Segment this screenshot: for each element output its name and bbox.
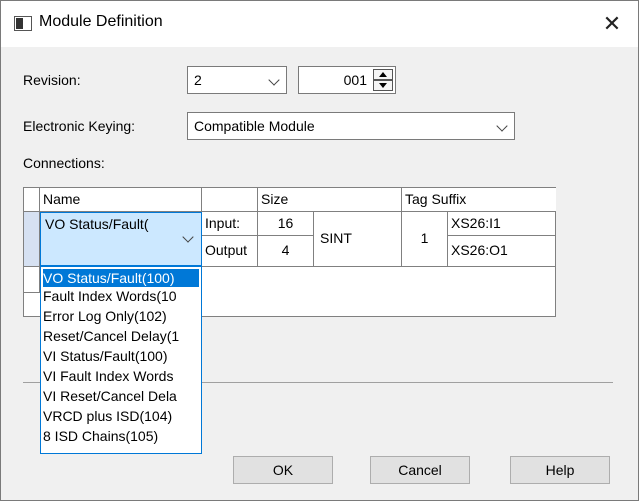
dropdown-option[interactable]: VI Reset/Cancel Dela bbox=[43, 387, 199, 405]
window-title: Module Definition bbox=[39, 13, 163, 30]
window-icon bbox=[14, 16, 32, 31]
revision-minor-spinner[interactable]: 001 bbox=[298, 66, 396, 94]
revision-label: Revision: bbox=[23, 72, 81, 88]
output-type-label: Output bbox=[202, 236, 258, 267]
row-selector[interactable] bbox=[24, 212, 40, 267]
revision-major-value: 2 bbox=[194, 72, 202, 88]
row-header-corner bbox=[24, 188, 40, 212]
output-tag-suffix: XS26:O1 bbox=[448, 236, 556, 267]
tag-suffix-column-header: Tag Suffix bbox=[402, 188, 556, 212]
dropdown-option[interactable]: VI Status/Fault(100) bbox=[43, 347, 199, 365]
spin-down-icon[interactable] bbox=[373, 80, 393, 91]
chevron-down-icon bbox=[496, 120, 508, 132]
revision-minor-value: 001 bbox=[343, 72, 367, 88]
input-size[interactable]: 16 bbox=[258, 212, 314, 236]
row-selector[interactable] bbox=[24, 267, 40, 293]
name-column-header: Name bbox=[40, 188, 202, 212]
input-type-label: Input: bbox=[202, 212, 258, 236]
title-bar: Module Definition ✕ bbox=[1, 1, 638, 47]
help-button[interactable]: Help bbox=[510, 456, 610, 484]
electronic-keying-select[interactable]: Compatible Module bbox=[187, 112, 515, 140]
chevron-down-icon bbox=[268, 74, 280, 86]
electronic-keying-label: Electronic Keying: bbox=[23, 118, 136, 134]
size-column-header: Size bbox=[258, 188, 402, 212]
ok-button[interactable]: OK bbox=[233, 456, 333, 484]
module-definition-dialog: Module Definition ✕ Revision: 2 001 Elec… bbox=[0, 0, 639, 501]
chevron-down-icon bbox=[182, 231, 194, 243]
connection-name-value: VO Status/Fault( bbox=[45, 216, 149, 232]
electronic-keying-value: Compatible Module bbox=[194, 118, 315, 134]
spin-up-icon[interactable] bbox=[373, 69, 393, 80]
dropdown-option[interactable]: 8 ISD Chains(105) bbox=[43, 427, 199, 445]
connection-name-select[interactable]: VO Status/Fault( bbox=[40, 212, 202, 266]
dropdown-option[interactable]: Reset/Cancel Delay(1 bbox=[43, 327, 199, 345]
connections-label: Connections: bbox=[23, 155, 105, 171]
type-column-header bbox=[202, 188, 258, 212]
revision-major-select[interactable]: 2 bbox=[187, 66, 287, 94]
output-size[interactable]: 4 bbox=[258, 236, 314, 267]
dropdown-option[interactable]: VO Status/Fault(100) bbox=[43, 269, 199, 287]
dropdown-option[interactable]: VI Fault Index Words bbox=[43, 367, 199, 385]
dropdown-option[interactable]: Fault Index Words(10 bbox=[43, 287, 199, 305]
input-tag-suffix: XS26:I1 bbox=[448, 212, 556, 236]
dropdown-option[interactable]: VRCD plus ISD(104) bbox=[43, 407, 199, 425]
data-type: SINT bbox=[314, 212, 402, 267]
connection-count: 1 bbox=[402, 212, 448, 267]
cancel-button[interactable]: Cancel bbox=[370, 456, 470, 484]
connection-name-dropdown-list[interactable]: VO Status/Fault(100) Fault Index Words(1… bbox=[40, 266, 202, 454]
close-button[interactable]: ✕ bbox=[597, 9, 627, 39]
dropdown-option[interactable]: Error Log Only(102) bbox=[43, 307, 199, 325]
